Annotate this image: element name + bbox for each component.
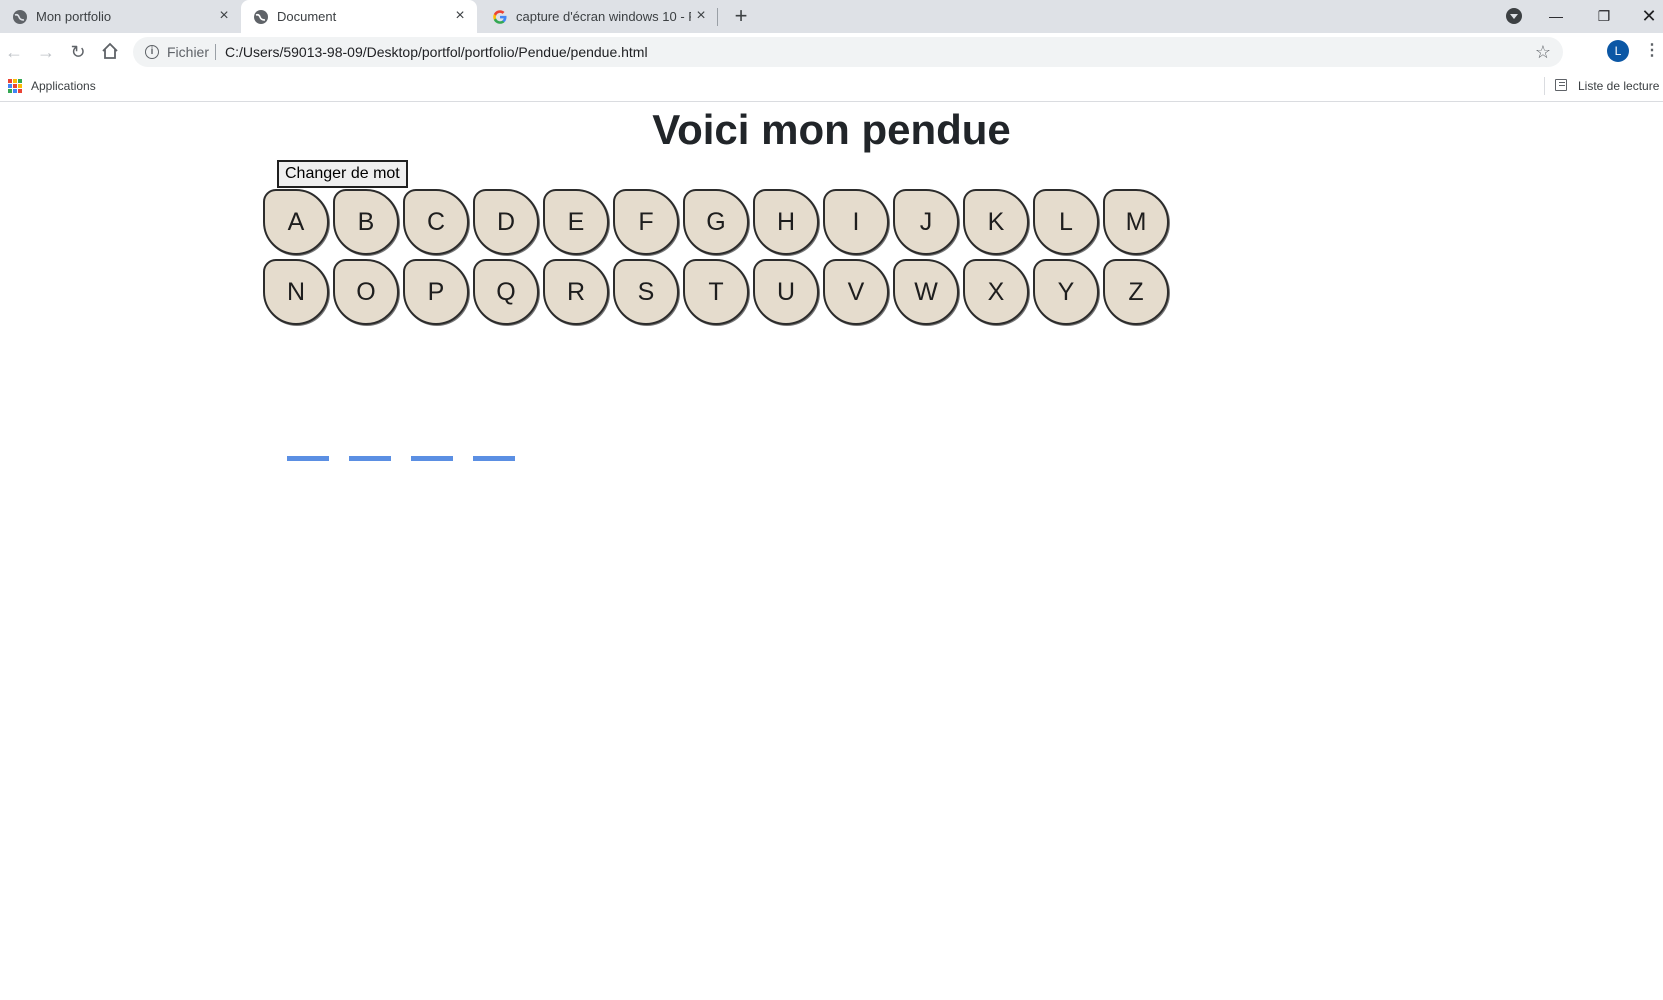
letter-key-k[interactable]: K (963, 189, 1029, 255)
letter-key-o[interactable]: O (333, 259, 399, 325)
bookmarks-separator (1544, 77, 1545, 95)
tab-title: Document (277, 9, 337, 24)
close-icon[interactable]: × (452, 8, 468, 24)
letter-key-d[interactable]: D (473, 189, 539, 255)
tab-search-icon[interactable] (1506, 8, 1522, 24)
letter-key-w[interactable]: W (893, 259, 959, 325)
letter-key-p[interactable]: P (403, 259, 469, 325)
page-content: Voici mon pendue Changer de mot ABCDEFGH… (0, 102, 1663, 1000)
letter-key-g[interactable]: G (683, 189, 749, 255)
minimize-icon[interactable]: — (1544, 4, 1568, 28)
letter-blank (473, 456, 515, 461)
letter-key-h[interactable]: H (753, 189, 819, 255)
letter-key-b[interactable]: B (333, 189, 399, 255)
omnibox-divider (215, 44, 216, 60)
letter-blank (349, 456, 391, 461)
letter-key-x[interactable]: X (963, 259, 1029, 325)
tab-title: Mon portfolio (36, 9, 112, 24)
letter-key-r[interactable]: R (543, 259, 609, 325)
tab-google-search[interactable]: capture d'écran windows 10 - Re × (480, 0, 717, 33)
reading-list-button[interactable]: Liste de lecture (1578, 79, 1659, 93)
letter-key-z[interactable]: Z (1103, 259, 1169, 325)
letter-key-i[interactable]: I (823, 189, 889, 255)
letter-blank (411, 456, 453, 461)
letter-key-c[interactable]: C (403, 189, 469, 255)
profile-avatar[interactable]: L (1607, 40, 1629, 62)
letter-key-s[interactable]: S (613, 259, 679, 325)
menu-kebab-icon[interactable]: ⋮ (1644, 41, 1660, 61)
back-arrow-icon[interactable]: ← (4, 42, 24, 62)
letter-key-j[interactable]: J (893, 189, 959, 255)
bookmarks-bar: Applications Liste de lecture (0, 71, 1663, 102)
bookmark-star-icon[interactable]: ☆ (1535, 42, 1551, 63)
letter-key-e[interactable]: E (543, 189, 609, 255)
close-icon[interactable]: × (693, 8, 709, 24)
restore-icon[interactable]: ❐ (1592, 4, 1616, 28)
tab-mon-portfolio[interactable]: Mon portfolio × (0, 0, 238, 33)
letter-key-l[interactable]: L (1033, 189, 1099, 255)
tab-title: capture d'écran windows 10 - Re (516, 9, 691, 24)
window-close-icon[interactable]: ✕ (1637, 4, 1661, 28)
reload-icon[interactable]: ↻ (68, 42, 88, 62)
address-bar[interactable]: i Fichier C:/Users/59013-98-09/Desktop/p… (133, 37, 1563, 67)
letter-key-t[interactable]: T (683, 259, 749, 325)
close-icon[interactable]: × (216, 8, 232, 24)
letter-key-f[interactable]: F (613, 189, 679, 255)
home-icon-shape (102, 42, 118, 59)
url-text[interactable]: C:/Users/59013-98-09/Desktop/portfol/por… (225, 44, 648, 60)
letter-key-n[interactable]: N (263, 259, 329, 325)
apps-grid-icon[interactable] (8, 79, 22, 93)
letter-key-m[interactable]: M (1103, 189, 1169, 255)
globe-icon (13, 10, 27, 24)
change-word-button[interactable]: Changer de mot (277, 160, 408, 188)
letter-key-a[interactable]: A (263, 189, 329, 255)
letter-blank (287, 456, 329, 461)
tab-separator (717, 8, 718, 26)
apps-shortcut[interactable]: Applications (31, 79, 96, 93)
browser-toolbar: ← → ↻ i Fichier C:/Users/59013-98-09/Des… (0, 33, 1663, 71)
globe-icon (254, 10, 268, 24)
page-title: Voici mon pendue (652, 106, 1011, 153)
forward-arrow-icon[interactable]: → (36, 42, 56, 62)
reading-list-icon[interactable] (1555, 79, 1567, 91)
letter-key-u[interactable]: U (753, 259, 819, 325)
file-scheme-label: Fichier (167, 44, 210, 60)
letter-key-q[interactable]: Q (473, 259, 539, 325)
google-icon (493, 10, 507, 24)
tab-document[interactable]: Document × (241, 0, 477, 33)
new-tab-plus-icon[interactable]: + (730, 5, 752, 28)
tab-strip: Mon portfolio × Document × capture d'écr… (0, 0, 1663, 33)
letter-key-y[interactable]: Y (1033, 259, 1099, 325)
letter-key-v[interactable]: V (823, 259, 889, 325)
info-icon[interactable]: i (145, 45, 159, 59)
home-icon[interactable] (100, 42, 120, 62)
